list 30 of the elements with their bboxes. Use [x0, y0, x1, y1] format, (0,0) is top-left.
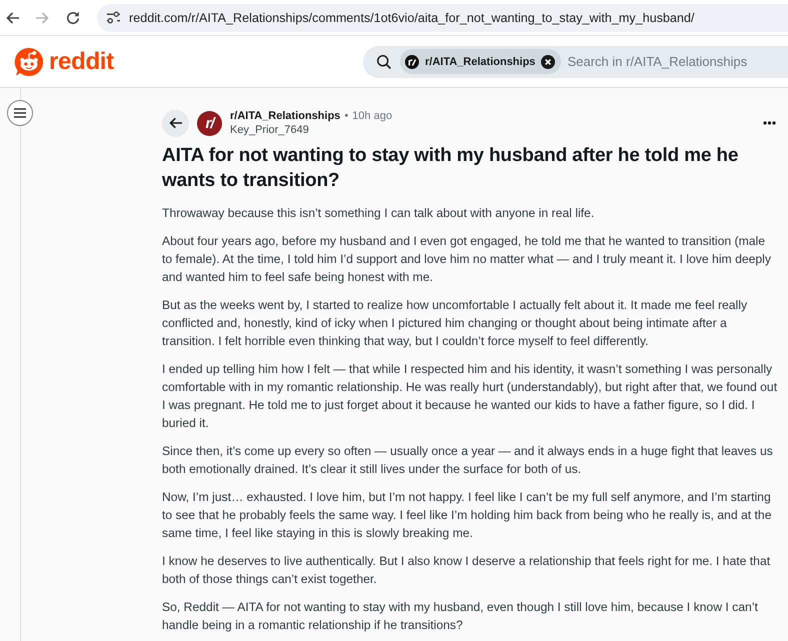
- search-icon: [376, 54, 392, 70]
- body-paragraph: So, Reddit — AITA for not wanting to stay with my husband, even though I still love him, because I know I can’t handle being in a romantic relationship if he transitions?: [162, 599, 759, 634]
- site-settings-icon: [106, 11, 121, 24]
- body-paragraph: I know he deserves to live authentically. But I also know I deserve a relationship that feels right for me. I hate that both of those things can’t exist together.: [162, 553, 772, 588]
- body-paragraph: But as the weeks went by, I started to realize how uncomfortable I actually felt about it. It made me feel really conflicted and, honestly, kind of icky when I pictured him changing or thought about being intimate after a transition. I felt horrible even thinking that way, but I couldn’t force myself to feel differently.: [162, 297, 748, 350]
- body-paragraph: Since then, it’s come up every so often — usually once a year — and it always ends in a huge fight that leaves us both emotionally drained. It’s clear it still lives under the surface for both of us.: [162, 443, 774, 478]
- address-bar[interactable]: reddit.com/r/AITA_Relationships/comments/1ot6vio/aita_for_not_wanting_to_stay_with_my_husband/: [97, 4, 788, 32]
- reload-icon: [65, 10, 81, 26]
- community-filter-chip[interactable]: r/AITA_Relationships: [400, 49, 562, 74]
- separator-dot: •: [344, 109, 348, 123]
- back-button[interactable]: [162, 110, 189, 136]
- body-paragraph: Throwaway because this isn’t something I can talk about with anyone in real life.: [162, 205, 596, 222]
- menu-button[interactable]: [7, 100, 33, 126]
- back-arrow-icon: [5, 10, 21, 26]
- community-name[interactable]: r/AITA_Relationships: [230, 109, 340, 123]
- community-avatar[interactable]: r/: [197, 110, 222, 136]
- body-paragraph: About four years ago, before my husband and I even got engaged, he told me that he wanted to transition (male to female). At the time, I told him I’d support and love him no matter what — and I truly meant it. I love him deeply and wanted him to feel safe being honest with me.: [162, 233, 772, 286]
- menu-icon: [14, 108, 26, 118]
- author-name[interactable]: Key_Prior_7649: [230, 123, 392, 137]
- clear-icon[interactable]: [541, 54, 556, 68]
- search-input[interactable]: Search in r/AITA_Relationships: [567, 54, 758, 69]
- back-arrow-icon: [168, 116, 182, 130]
- more-icon: [763, 121, 776, 125]
- body-paragraph: I ended up telling him how I felt — that while I respected him and his identity, it wasn’t something I was personally comfortable with in my romantic relationship. He was really hurt (understandably), but right after that, we found out I was pregnant. He told me to just forget about it because he wanted our kids to have a father figure, so I did. I buried it.: [162, 361, 778, 432]
- body-paragraph: Now, I’m just… exhausted. I love him, but I’m not happy. I feel like I can’t be my full self anymore, and I’m starting to see that he probably feels the same way. I feel like I’m holding him back from being who he really is, and at the same time, I feel like staying in this is slowly breaking me.: [162, 489, 772, 542]
- forward-arrow-icon: [34, 10, 50, 26]
- logo-icon[interactable]: [14, 46, 44, 76]
- community-icon: [405, 54, 419, 68]
- post-title: AITA for not wanting to stay with my husband after he told me he wants to transition?: [162, 144, 740, 193]
- post-age: 10h ago: [352, 109, 392, 123]
